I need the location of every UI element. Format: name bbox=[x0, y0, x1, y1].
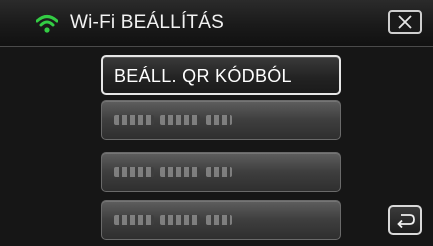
close-icon bbox=[398, 15, 412, 29]
wifi-signal-icon bbox=[35, 14, 59, 34]
network-item-3[interactable] bbox=[101, 200, 341, 240]
network-item-2[interactable] bbox=[101, 152, 341, 192]
qr-code-setup-button[interactable]: BEÁLL. QR KÓDBÓL bbox=[101, 55, 341, 95]
title-bar: Wi-Fi BEÁLLÍTÁS bbox=[0, 0, 433, 47]
return-arrow-icon bbox=[397, 214, 415, 228]
qr-code-setup-label: BEÁLL. QR KÓDBÓL bbox=[114, 66, 292, 86]
page-title: Wi-Fi BEÁLLÍTÁS bbox=[70, 12, 224, 33]
wifi-settings-screen: Wi-Fi BEÁLLÍTÁS BEÁLL. QR KÓDBÓL bbox=[0, 0, 433, 246]
network-item-1[interactable] bbox=[101, 100, 341, 140]
back-button[interactable] bbox=[388, 205, 422, 235]
close-button[interactable] bbox=[388, 10, 422, 34]
